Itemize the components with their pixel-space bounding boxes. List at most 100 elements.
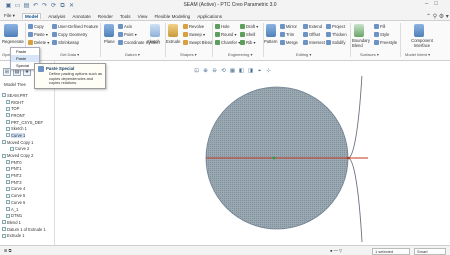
regenerate-button[interactable]: Regenerate [2,39,24,44]
sketch-icon[interactable] [150,24,160,37]
chamfer-button[interactable]: Chamfer ▾ [215,40,240,45]
selection-filter[interactable]: Smart [414,247,446,255]
boundary-blend-icon[interactable] [354,24,364,37]
display-style-icon[interactable]: ◨ [247,68,254,75]
save-icon[interactable]: ▤ [23,3,30,10]
pattern-icon[interactable] [266,24,276,37]
intersect-button[interactable]: Intersect [303,40,325,45]
sketch-button[interactable]: Sketch [147,39,160,44]
swept-blend-button[interactable]: Swept Blend [183,40,213,45]
tab-view[interactable]: View [138,14,148,19]
rib-button[interactable]: Rib ▾ [240,40,256,45]
thicken-button[interactable]: Thicken [326,32,347,37]
view-manager-icon[interactable]: ▦ [229,68,236,75]
menu-item-paste-special[interactable]: Paste Special [11,55,39,68]
windows-icon[interactable]: ⧉ [59,3,66,10]
draft-button[interactable]: Draft ▾ [240,24,258,29]
graphics-area[interactable] [56,76,450,245]
group-surfaces[interactable]: Surfaces ▾ [360,52,379,57]
regenerate-icon[interactable] [4,24,18,37]
undo-icon[interactable]: ↶ [32,3,39,10]
menu-item-paste[interactable]: Paste [11,48,39,55]
zoom-in-icon[interactable]: ⊕ [202,68,209,75]
zoom-out-icon[interactable]: ⊖ [211,68,218,75]
tab-annotate[interactable]: Annotate [72,14,90,19]
tree-item[interactable]: PRT_CSYS_DEF [2,119,54,126]
tab-file[interactable]: File ▾ [4,13,15,19]
tree-item[interactable]: FRONT [2,112,54,119]
status-icons[interactable]: ⊞ ⧉ [4,248,12,253]
group-get-data[interactable]: Get Data ▾ [60,52,79,57]
tree-item[interactable]: Moved Copy 1 [2,139,54,146]
component-interface-icon[interactable] [414,24,424,37]
extrude-icon[interactable] [168,24,178,37]
tree-item[interactable]: PNT1 [2,166,54,173]
delete-button[interactable]: Delete ▾ [28,40,49,45]
tab-flexible-modeling[interactable]: Flexible Modeling [154,14,190,19]
revolve-button[interactable]: Revolve [183,24,204,29]
tree-item[interactable]: DTM1 [2,212,54,219]
tree-item[interactable]: A_1 [2,206,54,213]
plane-icon[interactable] [104,24,114,37]
tree-item[interactable]: RIGHT [2,99,54,106]
refit-icon[interactable]: ⊡ [193,68,200,75]
tree-item[interactable]: TOP [2,105,54,112]
boundary-blend-button[interactable]: Boundary Blend [352,38,374,48]
merge-button[interactable]: Merge [280,40,298,45]
tree-item[interactable]: Sketch 1 [2,125,54,132]
project-button[interactable]: Project [326,24,345,29]
group-shapes[interactable]: Shapes ▾ [180,52,197,57]
tree-item[interactable]: PNT2 [2,172,54,179]
tree-item[interactable]: Moved Copy 2 [2,152,54,159]
tree-item[interactable]: Curve 2 [2,146,54,153]
saved-orientations-icon[interactable]: ◧ [238,68,245,75]
group-model-intent[interactable]: Model Intent ▾ [405,52,430,57]
hole-button[interactable]: Hole [215,24,230,29]
copy-button[interactable]: Copy [28,24,44,29]
extrude-button[interactable]: Extrude [166,39,180,44]
maximize-icon[interactable]: □ [434,1,438,7]
fill-button[interactable]: Fill [374,24,385,29]
pattern-button[interactable]: Pattern [264,39,278,44]
shrinkwrap-button[interactable]: Shrinkwrap [52,40,79,45]
extend-button[interactable]: Extend [303,24,322,29]
close-icon[interactable]: ✕ [68,3,75,10]
tree-item[interactable]: PNT0 [2,159,54,166]
component-interface-button[interactable]: Component Interface [404,38,440,48]
round-button[interactable]: Round ▾ [215,32,237,37]
udf-button[interactable]: User-Defined Feature [52,24,98,29]
group-datum[interactable]: Datum ▾ [125,52,140,57]
regenerate-icon[interactable]: ⟳ [50,3,57,10]
tree-item[interactable]: PNT3 [2,179,54,186]
tree-item[interactable]: Curve 4 [2,186,54,193]
style-button[interactable]: Style [374,32,389,37]
solidify-button[interactable]: Solidify [326,40,346,45]
tree-item[interactable]: Blend 1 [2,219,54,226]
axis-button[interactable]: Axis [118,24,132,29]
tree-item[interactable]: Extrude 1 [2,232,54,239]
tab-analysis[interactable]: Analysis [48,14,65,19]
minimize-icon[interactable]: – [425,1,428,7]
annotations-icon[interactable]: ⊹ [265,68,272,75]
tree-item[interactable]: Curve 5 [2,192,54,199]
tree-item[interactable]: SEAM.PRT [2,92,54,99]
datum-display-icon[interactable]: ⌖ [256,68,263,75]
tab-render[interactable]: Render [98,14,113,19]
plane-button[interactable]: Plane [104,39,115,44]
redo-icon[interactable]: ↷ [41,3,48,10]
mirror-button[interactable]: Mirror [280,24,297,29]
tree-item[interactable]: Curve 1 [2,132,54,139]
open-icon[interactable]: ▭ [14,3,21,10]
point-button[interactable]: Point ▾ [118,32,137,37]
new-icon[interactable]: ▣ [5,3,12,10]
group-engineering[interactable]: Engineering ▾ [228,52,252,57]
repaint-icon[interactable]: ⟲ [220,68,227,75]
group-editing[interactable]: Editing ▾ [296,52,311,57]
tab-applications[interactable]: Applications [197,14,222,19]
shell-button[interactable]: Shell [240,32,255,37]
paste-button[interactable]: Paste ▾ [28,32,48,37]
trim-button[interactable]: Trim [280,32,294,37]
copy-geometry-button[interactable]: Copy Geometry [52,32,87,37]
sweep-button[interactable]: Sweep ▾ [183,32,205,37]
offset-button[interactable]: Offset [303,32,320,37]
